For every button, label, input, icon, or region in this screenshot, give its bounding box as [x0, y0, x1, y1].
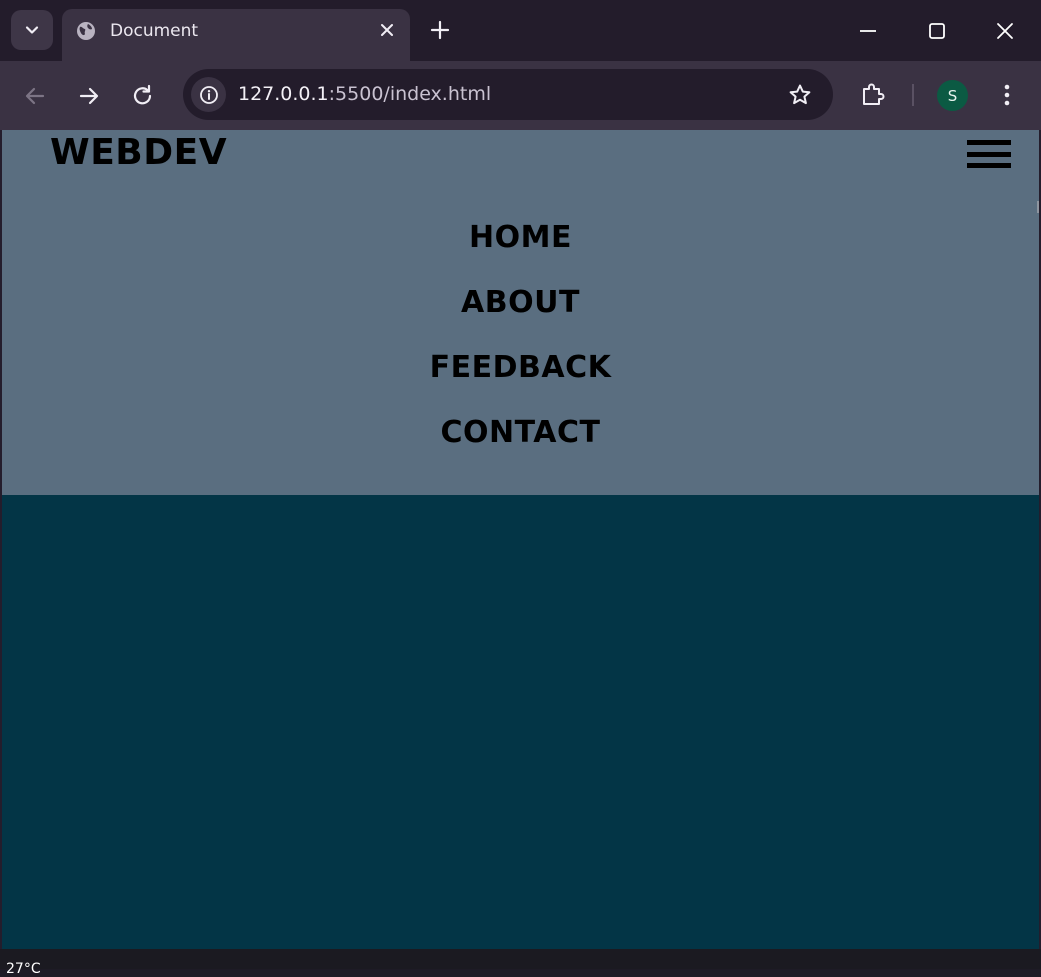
nav-item-contact: CONTACT: [2, 411, 1039, 476]
info-icon: [199, 85, 218, 104]
hamburger-menu-icon[interactable]: [967, 140, 1011, 168]
more-vert-icon[interactable]: [995, 80, 1019, 110]
address-bar[interactable]: 127.0.0.1:5500/index.html: [183, 69, 833, 120]
tab-search-button[interactable]: [11, 10, 53, 50]
globe-icon: [77, 22, 95, 40]
url-text: 127.0.0.1:5500/index.html: [238, 83, 491, 105]
hamburger-bar: [967, 151, 1011, 157]
extensions-puzzle-icon[interactable]: [858, 80, 888, 110]
nav-item-feedback: FEEDBACK: [2, 346, 1039, 411]
nav-link-about[interactable]: ABOUT: [461, 285, 580, 320]
close-window-button[interactable]: [988, 14, 1022, 48]
site-header: WEBDEV HOME ABOUT FEEDBACK CONTACT: [2, 130, 1039, 495]
nav-link-feedback[interactable]: FEEDBACK: [430, 350, 612, 385]
nav-link-home[interactable]: HOME: [469, 220, 572, 255]
scrollbar-thumb[interactable]: [1037, 201, 1039, 213]
forward-button[interactable]: [74, 81, 104, 111]
nav-item-about: ABOUT: [2, 281, 1039, 346]
active-tab[interactable]: Document: [62, 9, 410, 61]
maximize-button[interactable]: [920, 14, 954, 48]
nav-link-contact[interactable]: CONTACT: [441, 415, 601, 450]
page-viewport: WEBDEV HOME ABOUT FEEDBACK CONTACT: [2, 130, 1039, 949]
minimize-button[interactable]: [851, 14, 885, 48]
tab-strip: Document: [0, 0, 1041, 61]
nav-item-home: HOME: [2, 216, 1039, 281]
close-icon[interactable]: [378, 21, 396, 39]
url-path: :5500/index.html: [328, 83, 492, 105]
chevron-down-icon: [25, 26, 39, 34]
browser-toolbar: 127.0.0.1:5500/index.html S: [0, 61, 1041, 130]
tab-title: Document: [110, 21, 199, 41]
nav-menu: HOME ABOUT FEEDBACK CONTACT: [2, 216, 1039, 476]
site-logo[interactable]: WEBDEV: [50, 130, 227, 176]
os-taskbar: 27°C: [0, 949, 1041, 977]
bookmark-star-icon[interactable]: [787, 82, 813, 108]
weather-temperature[interactable]: 27°C: [6, 961, 41, 977]
toolbar-divider: [912, 84, 914, 106]
reload-button[interactable]: [128, 81, 158, 111]
hamburger-bar: [967, 163, 1011, 168]
new-tab-button[interactable]: [426, 16, 454, 44]
url-host: 127.0.0.1: [238, 83, 329, 105]
profile-avatar[interactable]: S: [937, 80, 968, 111]
back-button[interactable]: [20, 81, 50, 111]
site-info-button[interactable]: [191, 77, 226, 112]
browser-window: Document 127.0.0.1:5500/index.html S WEB…: [0, 0, 1041, 949]
hamburger-bar: [967, 140, 1011, 145]
